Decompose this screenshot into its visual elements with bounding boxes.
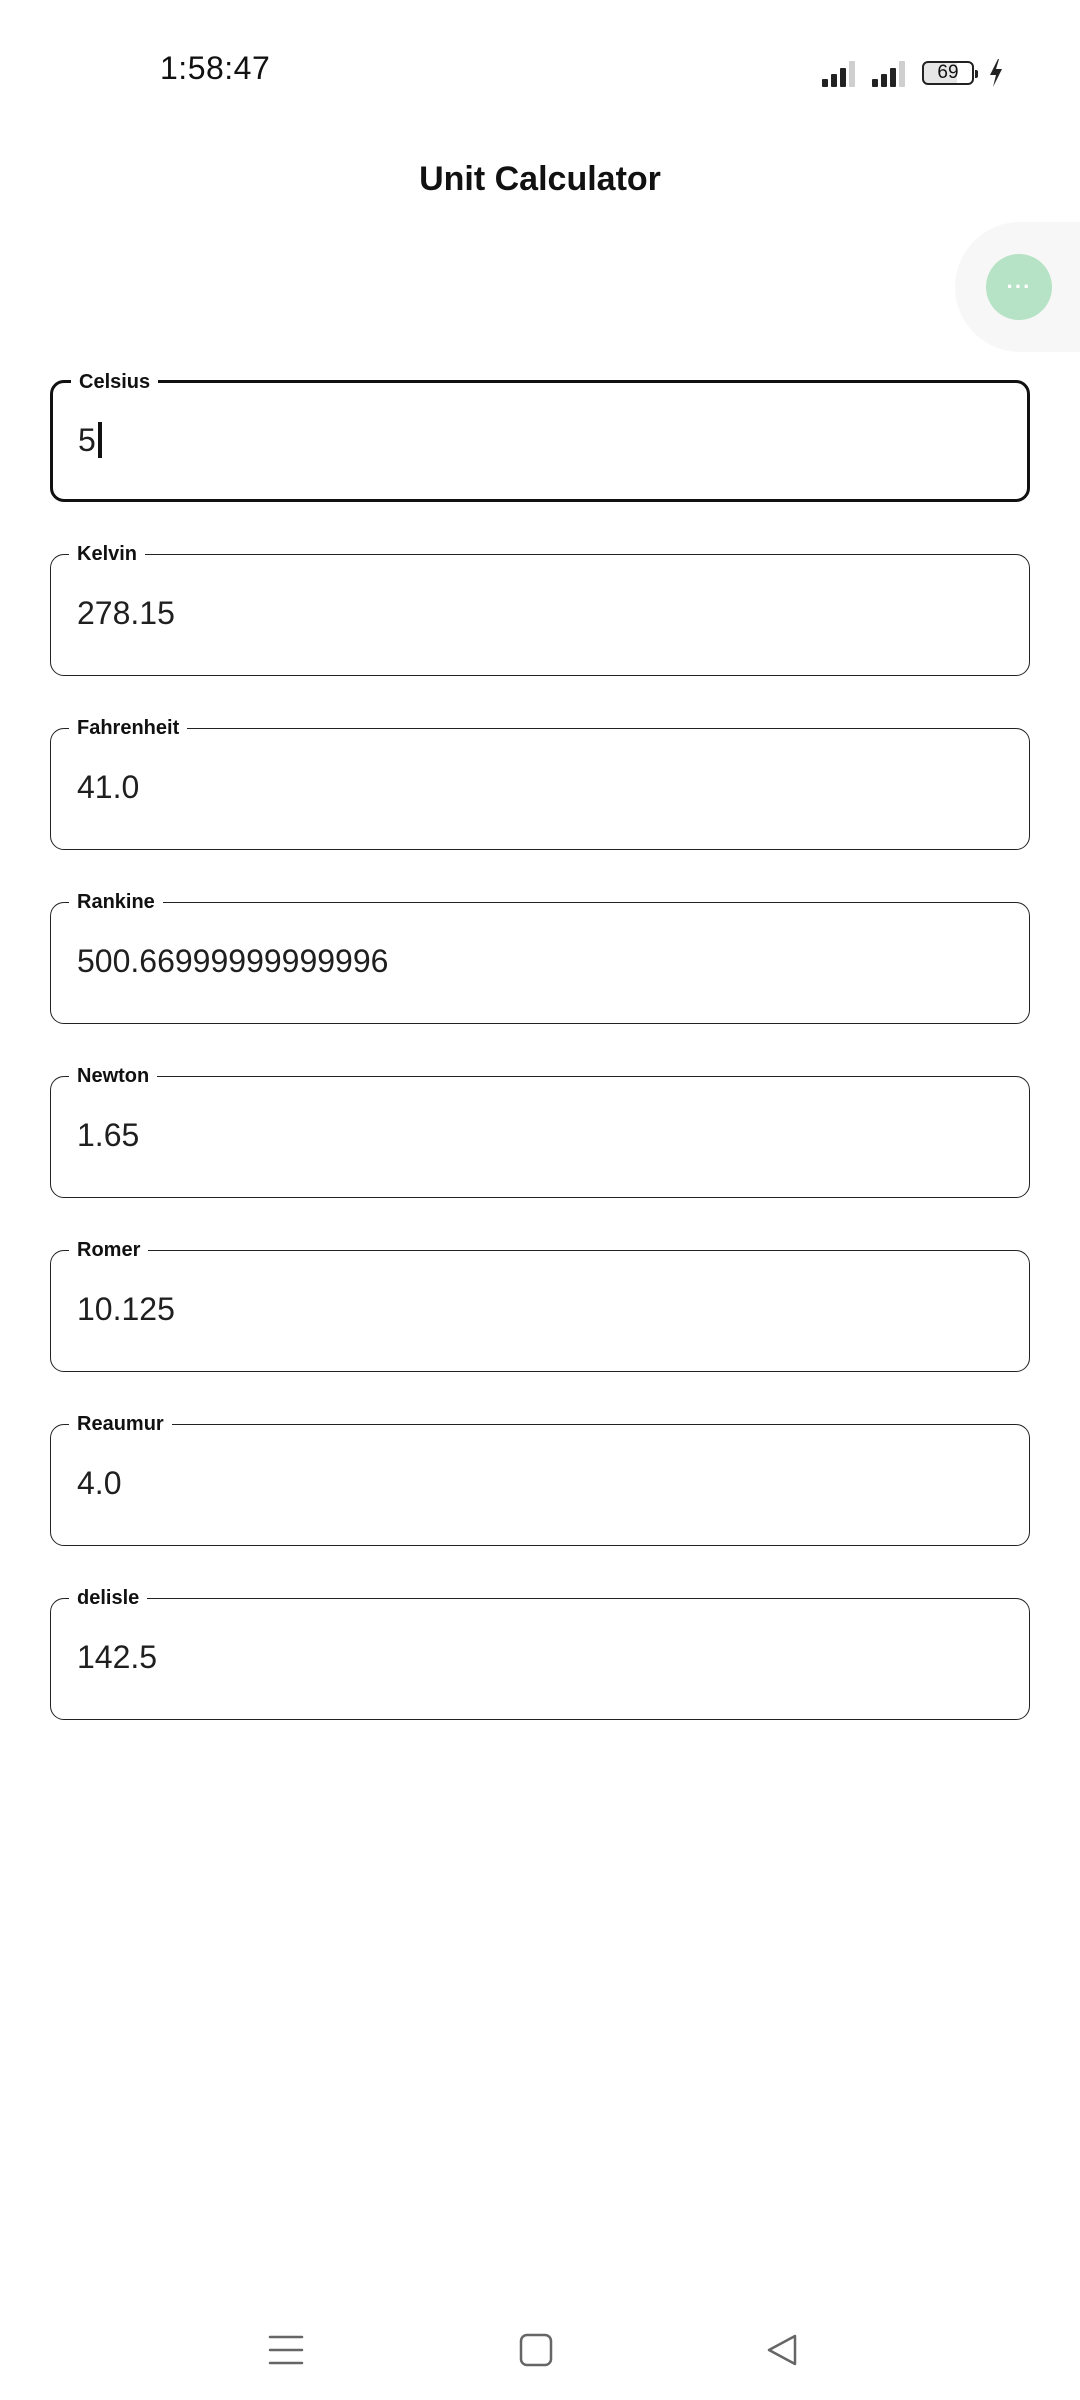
back-icon	[767, 2334, 797, 2366]
rankine-input[interactable]: 500.66999999999996	[77, 941, 388, 981]
field-value-wrap: 5	[78, 420, 102, 460]
field-label: Kelvin	[69, 542, 146, 566]
field-label: Newton	[69, 1064, 158, 1088]
status-icons: 69	[822, 55, 1004, 91]
newton-input[interactable]: 1.65	[77, 1115, 139, 1155]
field-label: Fahrenheit	[69, 716, 188, 740]
field-label: Rankine	[69, 890, 163, 914]
text-cursor	[97, 422, 102, 458]
page-title: Unit Calculator	[419, 160, 661, 198]
menu-icon	[268, 2335, 304, 2365]
romer-input[interactable]: 10.125	[77, 1289, 175, 1329]
field-label: Reaumur	[69, 1412, 172, 1436]
field-label: delisle	[69, 1586, 148, 1610]
kelvin-field[interactable]: Kelvin 278.15	[50, 542, 1030, 676]
signal-icon	[822, 59, 858, 87]
reaumur-input[interactable]: 4.0	[77, 1463, 121, 1503]
converter-fields: Celsius 5 Kelvin 278.15 Fahrenheit 41.0 …	[50, 370, 1030, 1772]
celsius-field[interactable]: Celsius 5	[50, 370, 1030, 502]
fahrenheit-field[interactable]: Fahrenheit 41.0	[50, 716, 1030, 850]
newton-field[interactable]: Newton 1.65	[50, 1064, 1030, 1198]
status-time: 1:58:47	[160, 50, 271, 86]
home-button[interactable]	[506, 2320, 566, 2380]
back-button[interactable]	[752, 2320, 812, 2380]
system-nav-bar	[0, 2300, 1080, 2400]
more-dots-icon: ···	[1006, 274, 1032, 299]
battery-level: 69	[937, 62, 959, 83]
field-label: Romer	[69, 1238, 149, 1262]
rankine-field[interactable]: Rankine 500.66999999999996	[50, 890, 1030, 1024]
signal-icon	[872, 59, 908, 87]
more-button[interactable]: ···	[986, 254, 1052, 320]
delisle-field[interactable]: delisle 142.5	[50, 1586, 1030, 1720]
home-icon	[519, 2333, 553, 2367]
reaumur-field[interactable]: Reaumur 4.0	[50, 1412, 1030, 1546]
delisle-input[interactable]: 142.5	[77, 1637, 157, 1677]
battery-icon: 69	[922, 61, 978, 85]
romer-field[interactable]: Romer 10.125	[50, 1238, 1030, 1372]
celsius-input[interactable]: 5	[78, 420, 96, 460]
charging-bolt-icon	[990, 59, 1002, 87]
fahrenheit-input[interactable]: 41.0	[77, 767, 139, 807]
menu-button[interactable]	[256, 2320, 316, 2380]
field-label: Celsius	[71, 370, 159, 394]
kelvin-input[interactable]: 278.15	[77, 593, 175, 633]
status-bar: 1:58:47 69	[0, 0, 1080, 140]
screen: 1:58:47 69 Unit Calculator ··· Celsius 5	[0, 0, 1080, 2400]
